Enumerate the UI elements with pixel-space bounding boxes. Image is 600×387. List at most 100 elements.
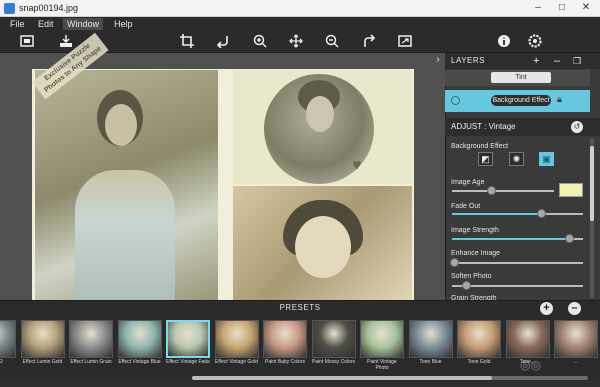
image-strength-slider[interactable] <box>452 238 583 240</box>
age-color-swatch[interactable] <box>559 183 583 197</box>
zoom-in-icon[interactable] <box>252 34 268 50</box>
settings-icon[interactable] <box>527 34 543 50</box>
preset-thumbnail[interactable] <box>69 320 113 358</box>
menu-bar: File Edit Window Help <box>0 17 600 31</box>
preset-item[interactable]: Tone Gold <box>457 320 501 365</box>
effect-sun-button[interactable]: ✺ <box>509 152 524 166</box>
collage-photo-left[interactable] <box>35 70 218 300</box>
zoom-out-icon[interactable] <box>324 34 340 50</box>
info-icon[interactable] <box>496 34 512 50</box>
effect-contrast-button[interactable]: ◩ <box>478 152 493 166</box>
menu-help[interactable]: Help <box>110 18 137 30</box>
preset-label: Tone Gold <box>467 359 491 365</box>
puzzle-face <box>295 216 351 278</box>
circle-face <box>306 96 334 132</box>
layer-row-tint[interactable]: Tint <box>445 70 590 86</box>
preset-thumbnail[interactable] <box>360 320 404 358</box>
menu-edit[interactable]: Edit <box>34 18 58 30</box>
app-icon <box>4 3 15 14</box>
image-strength-knob[interactable] <box>565 234 574 243</box>
app-window: snap00194.jpg – □ ✕ File Edit Window Hel… <box>0 0 600 387</box>
portrait-face <box>105 104 137 146</box>
preset-thumbnail[interactable] <box>20 320 65 358</box>
remove-preset-button[interactable]: – <box>568 302 581 315</box>
preset-thumbnail[interactable] <box>214 320 259 358</box>
add-preset-button[interactable]: + <box>540 302 553 315</box>
collage-photo-bottom-right[interactable] <box>233 186 412 300</box>
preset-item[interactable]: Effect Vintage Blue <box>117 320 162 365</box>
layer-label-tint: Tint <box>491 72 551 83</box>
maximize-button[interactable]: □ <box>550 0 574 16</box>
preset-item[interactable]: Effect Vintage Fade <box>166 320 210 365</box>
presets-header: PRESETS + – <box>0 300 600 315</box>
image-age-slider[interactable] <box>452 190 554 192</box>
adjust-title: ADJUST : Vintage <box>451 122 516 131</box>
soften-photo-knob[interactable] <box>462 281 471 290</box>
presets-strip: ...ion 02 Effect Lumin Gold Effect Lumin G… <box>0 315 600 381</box>
undo-icon[interactable] <box>215 34 231 50</box>
lock-icon[interactable]: 🔒︎ <box>557 95 565 104</box>
fade-out-slider[interactable] <box>452 213 583 215</box>
enhance-image-knob[interactable] <box>450 258 459 267</box>
reset-icon[interactable]: ↺ <box>571 121 583 133</box>
collapse-panel-icon[interactable]: › <box>433 54 443 66</box>
watermark-logo: ◎◎ <box>520 358 541 372</box>
preset-label: Effect Vintage Fade <box>166 359 210 365</box>
preset-item[interactable]: Paint Vintage Photo <box>360 320 404 371</box>
preset-item[interactable]: Effect Lumin Grain <box>69 320 113 365</box>
minimize-button[interactable]: – <box>526 0 550 16</box>
portrait-dress <box>75 170 175 300</box>
preset-thumbnail[interactable] <box>408 320 453 358</box>
preset-thumbnail[interactable] <box>0 320 16 358</box>
preset-item[interactable]: Tone Blue <box>408 320 453 365</box>
preset-label: Tone Blue <box>419 359 442 365</box>
effect-frame-button[interactable]: ▣ <box>539 152 554 166</box>
preset-label: Paint Mossy Colors <box>311 359 356 365</box>
image-strength-label: Image Strength <box>451 227 499 234</box>
add-layer-icon[interactable]: + <box>533 54 539 68</box>
enhance-image-label: Enhance Image <box>451 250 501 257</box>
preset-item[interactable]: Effect Vintage Gold <box>214 320 259 365</box>
preset-item[interactable]: Paint Baby Colors <box>263 320 307 365</box>
adjust-header: ADJUST : Vintage ↺ <box>445 118 600 136</box>
save-icon[interactable] <box>58 34 74 50</box>
preset-thumbnail[interactable] <box>554 320 598 358</box>
adjust-scrollbar-thumb[interactable] <box>590 146 594 221</box>
preset-thumbnail[interactable] <box>505 320 550 358</box>
remove-layer-icon[interactable]: – <box>554 54 560 68</box>
layer-row-background-effect[interactable]: Background Effect 🔒︎ <box>445 90 590 112</box>
preset-thumbnail[interactable] <box>311 320 356 358</box>
layer-visibility-icon[interactable] <box>451 96 460 105</box>
move-icon[interactable] <box>288 34 304 50</box>
adjust-scrollbar[interactable] <box>590 138 594 298</box>
menu-window[interactable]: Window <box>63 18 104 30</box>
preset-thumbnail[interactable] <box>263 320 307 358</box>
soften-photo-slider[interactable] <box>452 285 583 287</box>
preset-item[interactable]: ...ion 02 <box>0 320 16 365</box>
crop-icon[interactable] <box>179 34 195 50</box>
close-button[interactable]: ✕ <box>574 0 598 16</box>
redo-icon[interactable] <box>361 34 377 50</box>
preset-item[interactable]: Paint Mossy Colors <box>311 320 356 365</box>
preset-label: Paint Vintage Photo <box>367 359 397 371</box>
presets-scrollbar-thumb[interactable] <box>192 376 492 380</box>
preset-label: Effect Vintage Gold <box>215 359 258 365</box>
image-age-label: Image Age <box>451 179 485 186</box>
duplicate-layer-icon[interactable]: ❐ <box>573 54 581 68</box>
layers-title: LAYERS <box>451 56 485 65</box>
preset-item[interactable]: Effect Lumin Gold <box>20 320 65 365</box>
preset-label: Effect Vintage Blue <box>118 359 161 365</box>
menu-file[interactable]: File <box>6 18 29 30</box>
frame-icon[interactable] <box>19 34 35 50</box>
fade-out-knob[interactable] <box>537 209 546 218</box>
preset-thumbnail[interactable] <box>457 320 501 358</box>
preset-label: Paint Baby Colors <box>264 359 306 365</box>
fit-icon[interactable] <box>397 34 413 50</box>
preset-thumbnail[interactable] <box>117 320 162 358</box>
soften-photo-label: Soften Photo <box>451 273 492 280</box>
heart-shape-icon: ♥ <box>352 157 362 174</box>
preset-thumbnail[interactable] <box>166 320 210 358</box>
preset-label: Effect Lumin Grain <box>70 359 112 365</box>
enhance-image-slider[interactable] <box>452 262 583 264</box>
image-age-knob[interactable] <box>487 186 496 195</box>
